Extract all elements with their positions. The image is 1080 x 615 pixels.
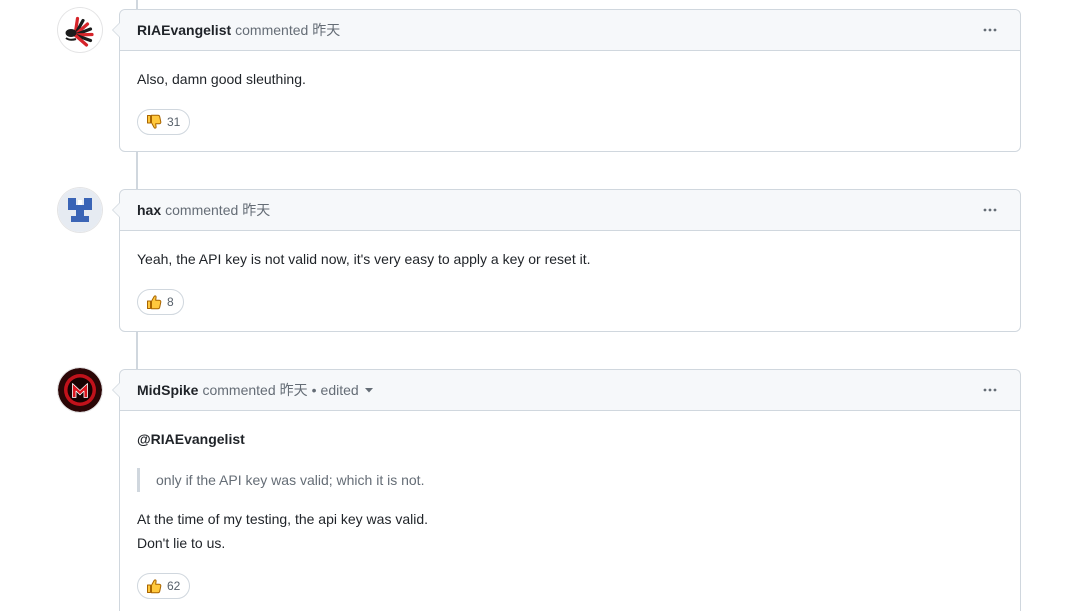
- header-separator: •: [311, 382, 317, 398]
- comment-action: commented: [165, 202, 239, 218]
- reaction-count: 8: [167, 295, 174, 309]
- reactions-bar: 62: [137, 573, 1004, 599]
- comment-box: MidSpike commented 昨天 • edited @RIAEvang…: [112, 369, 1021, 611]
- avatar[interactable]: [58, 368, 102, 412]
- thumbs-up-icon: [147, 579, 162, 594]
- comment-header: RIAEvangelist commented 昨天: [120, 10, 1020, 51]
- thumbs-down-icon: [147, 114, 162, 129]
- reaction-button[interactable]: 62: [137, 573, 191, 599]
- comment-options-button[interactable]: [982, 382, 998, 398]
- comment-text: Yeah, the API key is not valid now, it's…: [137, 251, 591, 267]
- comment-text-line: At the time of my testing, the api key w…: [137, 511, 429, 527]
- comment-text: Also, damn good sleuthing.: [137, 71, 306, 87]
- comment-timestamp[interactable]: 昨天: [242, 200, 270, 220]
- reaction-count: 31: [167, 115, 181, 129]
- edited-history-dropdown[interactable]: edited: [321, 382, 373, 398]
- comment-author[interactable]: RIAEvangelist: [137, 22, 231, 38]
- comment-action: commented: [202, 382, 276, 398]
- reaction-button[interactable]: 8: [137, 289, 184, 315]
- comment-box: hax commented 昨天 Yeah, the API key is no…: [112, 189, 1021, 332]
- comment-author[interactable]: hax: [137, 202, 161, 218]
- quote-text: only if the API key was valid; which it …: [156, 472, 425, 488]
- avatar[interactable]: [58, 188, 102, 232]
- kebab-horizontal-icon: [983, 28, 997, 32]
- comment-text-line: Don't lie to us.: [137, 535, 226, 551]
- reaction-count: 62: [167, 579, 181, 593]
- mention-paragraph: @RIAEvangelist: [137, 427, 1004, 451]
- user-mention-link[interactable]: @RIAEvangelist: [137, 431, 245, 447]
- quoted-reply: only if the API key was valid; which it …: [137, 468, 1004, 492]
- comment-body: Yeah, the API key is not valid now, it's…: [120, 231, 1020, 331]
- comment-body: @RIAEvangelist only if the API key was v…: [120, 411, 1020, 615]
- reactions-bar: 8: [137, 289, 1004, 315]
- midspike-avatar-icon: [58, 368, 102, 412]
- riaevangelist-avatar-icon: [58, 8, 102, 52]
- comment-options-button[interactable]: [982, 202, 998, 218]
- comment-header: hax commented 昨天: [120, 190, 1020, 231]
- comment-author[interactable]: MidSpike: [137, 382, 198, 398]
- comment-timestamp[interactable]: 昨天: [312, 20, 340, 40]
- caret-down-icon: [364, 387, 373, 392]
- kebab-horizontal-icon: [983, 208, 997, 212]
- kebab-horizontal-icon: [983, 388, 997, 392]
- comment-action: commented: [235, 22, 309, 38]
- comment-box: RIAEvangelist commented 昨天 Also, damn go…: [112, 9, 1021, 152]
- comment-body: Also, damn good sleuthing. 31: [120, 51, 1020, 151]
- edited-label: edited: [320, 382, 359, 398]
- comment-timestamp[interactable]: 昨天: [280, 380, 308, 400]
- comment-options-button[interactable]: [982, 22, 998, 38]
- thumbs-up-icon: [147, 295, 162, 310]
- hax-identicon-avatar-icon: [58, 188, 102, 232]
- reactions-bar: 31: [137, 109, 1004, 135]
- avatar[interactable]: [58, 8, 102, 52]
- reaction-button[interactable]: 31: [137, 109, 191, 135]
- comment-header: MidSpike commented 昨天 • edited: [120, 370, 1020, 411]
